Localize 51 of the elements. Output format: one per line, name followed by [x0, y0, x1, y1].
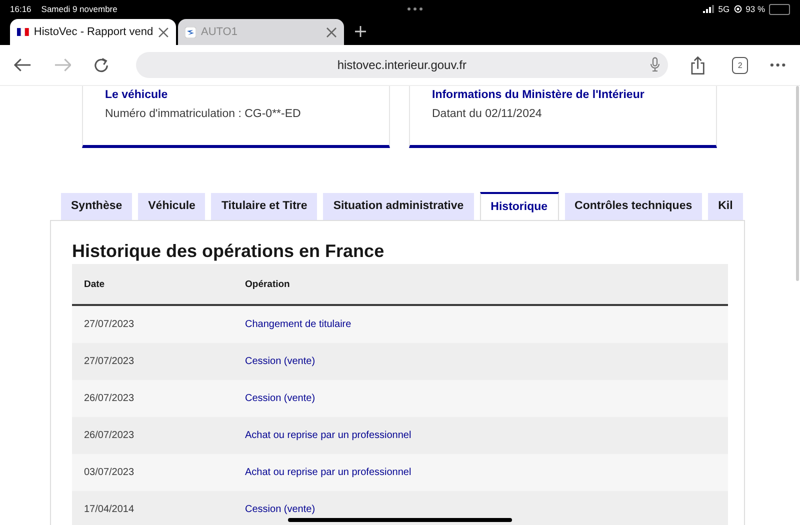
tab-title: HistoVec - Rapport vend	[34, 26, 154, 38]
operation-link[interactable]: Cession (vente)	[245, 393, 316, 404]
close-icon[interactable]	[158, 26, 169, 38]
address-bar[interactable]: histovec.interieur.gouv.fr	[136, 52, 668, 78]
column-header: Date	[83, 278, 106, 290]
scrollbar[interactable]	[796, 86, 799, 281]
network-label: 5G	[718, 4, 730, 14]
card-text: Datant du 02/11/2024	[432, 108, 543, 120]
logo-icon	[185, 26, 196, 38]
tab[interactable]: Historique	[480, 192, 559, 220]
date-cell-text: 27/07/2023	[83, 356, 136, 367]
clock-time: 16:16	[10, 4, 32, 14]
column-header: Opération	[245, 278, 290, 290]
tab-title: AUTO1	[201, 26, 238, 38]
card-title: Le véhicule	[105, 89, 169, 101]
multitask-dots-icon[interactable]	[407, 7, 423, 11]
tab[interactable]: Contrôles techniques	[564, 193, 702, 220]
close-icon[interactable]	[326, 26, 337, 38]
back-icon[interactable]	[14, 58, 32, 72]
operation-link[interactable]: Changement de titulaire	[245, 319, 352, 330]
flag-icon	[17, 28, 29, 36]
battery-percent: 93 %	[746, 4, 765, 14]
date-cell-text: 26/07/2023	[83, 393, 136, 404]
reload-icon[interactable]	[93, 56, 110, 74]
tab[interactable]: Synthèse	[61, 193, 132, 220]
date-text: Samedi 9 novembre	[41, 4, 118, 14]
new-tab-icon[interactable]	[355, 26, 366, 37]
share-icon[interactable]	[690, 56, 706, 74]
operation-link[interactable]: Achat ou reprise par un professionnel	[245, 430, 412, 441]
battery-icon	[769, 4, 790, 14]
date-cell-text: 26/07/2023	[83, 430, 136, 441]
operation-link[interactable]: Cession (vente)	[245, 504, 316, 515]
signal-icon	[703, 5, 714, 13]
date-cell-text: 03/07/2023	[83, 467, 136, 478]
location-icon	[734, 5, 742, 13]
microphone-icon[interactable]	[650, 57, 660, 72]
operation-link[interactable]: Cession (vente)	[245, 356, 316, 367]
date-cell-text: 17/04/2014	[83, 504, 136, 515]
tab-count-button[interactable]: 2	[732, 56, 748, 74]
tab[interactable]: Kil	[708, 193, 743, 220]
date-cell-text: 27/07/2023	[83, 319, 136, 330]
more-icon[interactable]	[770, 63, 786, 67]
browser-tab[interactable]: HistoVec - Rapport vend	[10, 19, 176, 45]
section-title: Historique des opérations en France	[72, 241, 386, 262]
card-title: Informations du Ministère de l'Intérieur	[432, 89, 646, 101]
tab[interactable]: Véhicule	[138, 193, 206, 220]
url-text: histovec.interieur.gouv.fr	[337, 58, 466, 72]
tab[interactable]: Situation administrative	[323, 193, 474, 220]
tab[interactable]: Titulaire et Titre	[211, 193, 318, 220]
operation-link[interactable]: Achat ou reprise par un professionnel	[245, 467, 412, 478]
card-text: Numéro d'immatriculation : CG-0**-ED	[105, 108, 302, 120]
